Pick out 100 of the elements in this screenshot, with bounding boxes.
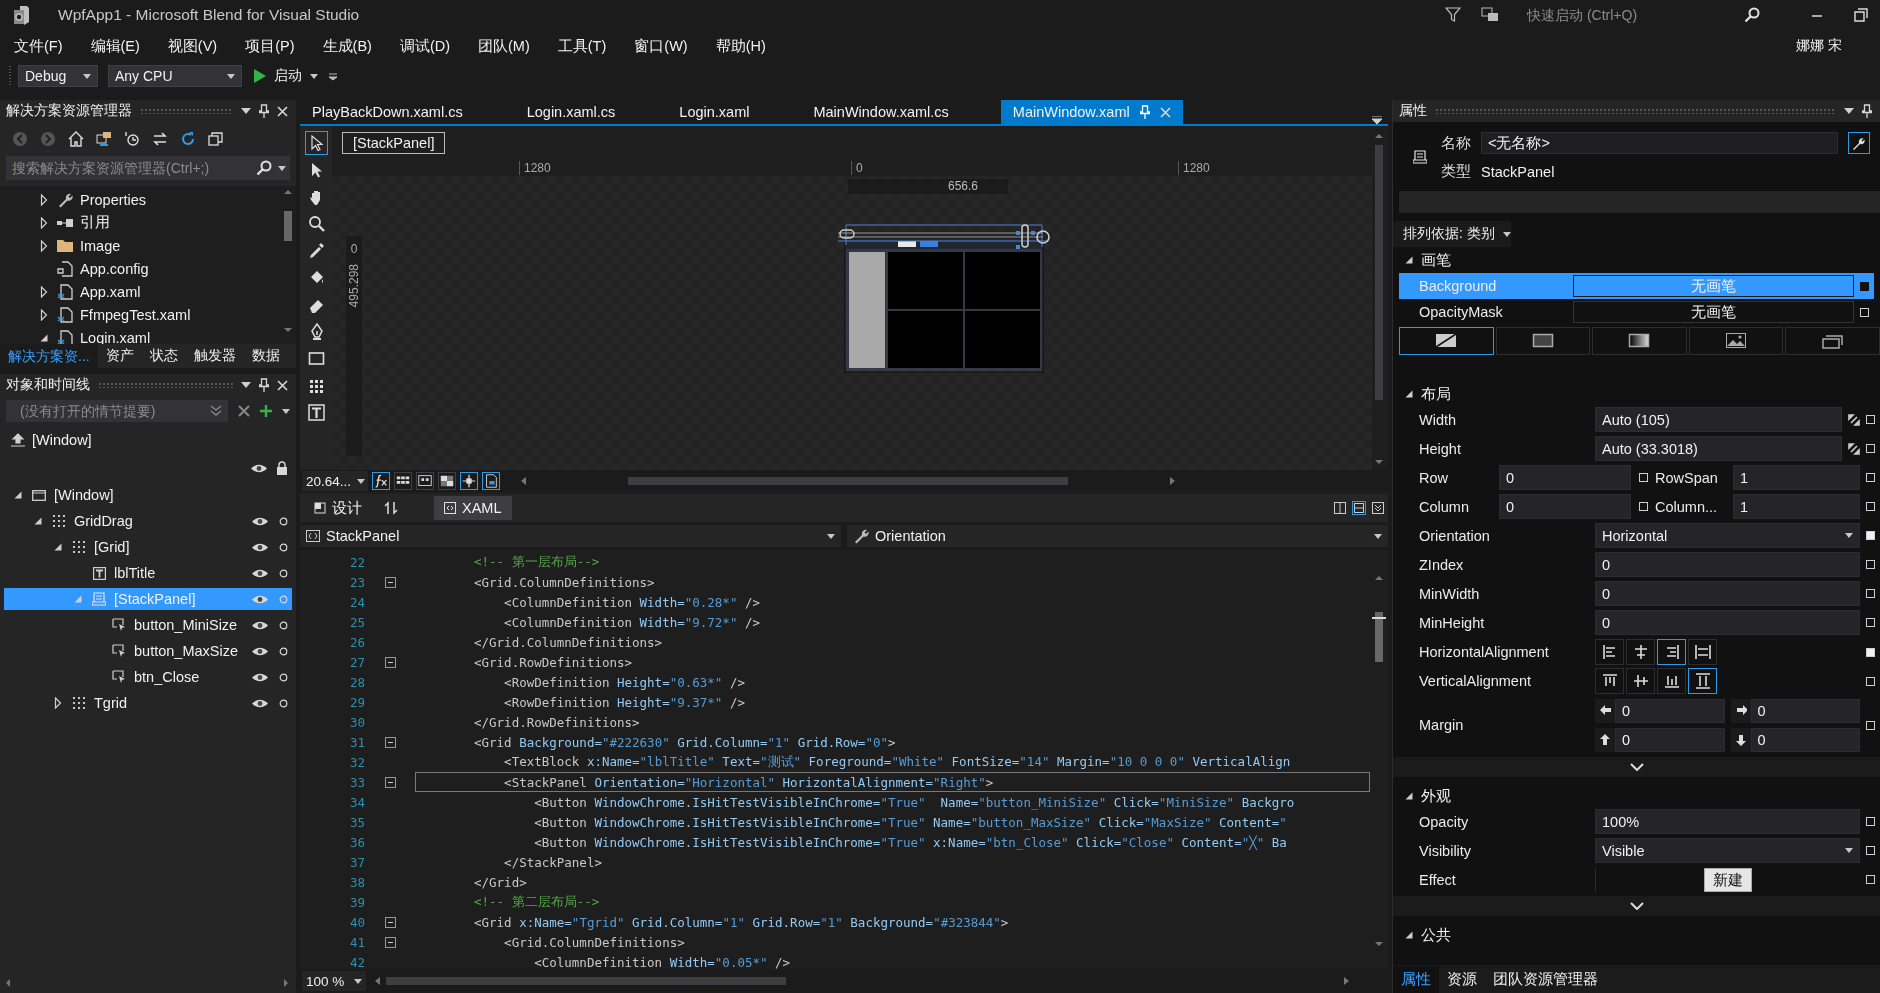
close-storyboard-icon[interactable]: [238, 405, 250, 417]
property-field[interactable]: 0: [1595, 581, 1860, 606]
history-icon[interactable]: [124, 131, 140, 147]
alignment-button[interactable]: [1688, 668, 1717, 694]
eye-icon[interactable]: [251, 541, 269, 553]
section-title[interactable]: 画笔: [1421, 250, 1451, 270]
menu-item[interactable]: 编辑(E): [82, 34, 148, 58]
tree-row[interactable]: lblTitle: [4, 562, 292, 584]
lock-toggle-icon[interactable]: [279, 672, 288, 682]
filter-icon[interactable]: [1445, 7, 1461, 23]
sort-dropdown[interactable]: 排列依据: 类别: [1393, 221, 1511, 247]
menu-item[interactable]: 团队(M): [470, 34, 538, 58]
panel-tab[interactable]: 状态: [141, 345, 186, 367]
panel-tab[interactable]: 数据: [243, 345, 288, 367]
panel-tab[interactable]: 团队资源管理器: [1485, 965, 1606, 993]
expand-arrow-icon[interactable]: [54, 697, 62, 709]
collapse-arrow-icon[interactable]: [1405, 390, 1413, 398]
property-marker[interactable]: [1859, 281, 1869, 291]
panel-menu-icon[interactable]: [241, 108, 251, 114]
fold-icon[interactable]: [384, 776, 396, 788]
brush-type-tab[interactable]: [1495, 327, 1591, 355]
tree-item[interactable]: App.xaml: [80, 283, 141, 300]
lock-toggle-icon[interactable]: [279, 568, 288, 578]
zoom-dropdown[interactable]: 20.64...: [302, 471, 368, 491]
expand-arrow-icon[interactable]: [40, 216, 48, 229]
feedback-icon[interactable]: [1481, 7, 1499, 23]
document-tab[interactable]: Login.xaml.cs: [514, 100, 628, 124]
property-dropdown[interactable]: Horizontal: [1595, 523, 1860, 548]
document-tab[interactable]: PlayBackDown.xaml.cs: [300, 100, 475, 124]
property-row[interactable]: OpacityMask 无画笔: [1399, 299, 1874, 325]
swap-panes-icon[interactable]: [384, 501, 398, 515]
property-field[interactable]: 0: [1750, 698, 1860, 723]
checkerboard-icon[interactable]: [438, 472, 456, 490]
lock-icon[interactable]: [276, 461, 288, 475]
tree-item[interactable]: FfmpegTest.xaml: [80, 306, 191, 323]
menu-item[interactable]: 生成(B): [314, 34, 380, 58]
overflow-icon[interactable]: [328, 71, 338, 81]
fold-icon[interactable]: [384, 736, 396, 748]
expand-arrow-icon[interactable]: [40, 285, 48, 298]
menu-item[interactable]: 文件(F): [6, 34, 71, 58]
tree-item[interactable]: App.config: [80, 260, 149, 277]
collapse-arrow-icon[interactable]: [40, 333, 48, 342]
collapse-arrow-icon[interactable]: [1405, 256, 1413, 264]
fold-icon[interactable]: [384, 936, 396, 948]
configuration-dropdown[interactable]: Debug: [18, 65, 98, 87]
lock-toggle-icon[interactable]: [279, 698, 288, 708]
start-button[interactable]: 启动: [248, 65, 322, 87]
panel-menu-icon[interactable]: [1844, 108, 1854, 114]
name-field[interactable]: <无名称>: [1481, 132, 1838, 154]
eye-icon[interactable]: [251, 593, 269, 605]
add-icon[interactable]: [260, 405, 272, 417]
collapse-arrow-icon[interactable]: [54, 543, 62, 551]
snap-lines-icon[interactable]: [460, 472, 478, 490]
menu-item[interactable]: 帮助(H): [707, 34, 774, 58]
eye-icon[interactable]: [250, 462, 268, 474]
lock-toggle-icon[interactable]: [279, 620, 288, 630]
fold-icon[interactable]: [384, 576, 396, 588]
user-name[interactable]: 娜娜 宋: [1796, 37, 1842, 55]
tree-row[interactable]: button_MiniSize: [4, 614, 292, 636]
property-field[interactable]: 0: [1595, 552, 1860, 577]
alignment-button[interactable]: [1595, 639, 1624, 665]
tree-row[interactable]: [Grid]: [4, 536, 292, 558]
alignment-button[interactable]: [1626, 639, 1655, 665]
wrench-button-icon[interactable]: [1848, 132, 1870, 154]
brush-type-tab[interactable]: [1399, 327, 1494, 355]
effects-icon[interactable]: [372, 472, 390, 490]
collapse-arrow-icon[interactable]: [34, 517, 42, 525]
section-title[interactable]: 公共: [1421, 925, 1451, 945]
tree-item[interactable]: Image: [80, 237, 121, 254]
search-field[interactable]: 搜索解决方案资源管理器(Ctrl+;): [6, 156, 290, 180]
expand-arrow-icon[interactable]: [40, 308, 48, 321]
tab-list-icon[interactable]: [1372, 116, 1382, 124]
lock-toggle-icon[interactable]: [279, 646, 288, 656]
brush-type-tab[interactable]: [1592, 327, 1687, 355]
menu-item[interactable]: 窗口(W): [626, 34, 696, 58]
home-icon[interactable]: [68, 131, 84, 147]
auto-size-icon[interactable]: [1848, 413, 1860, 426]
auto-size-icon[interactable]: [1848, 442, 1860, 455]
collapse-pane-icon[interactable]: [1372, 502, 1384, 514]
document-tab[interactable]: MainWindow.xaml.cs: [801, 100, 961, 124]
menu-item[interactable]: 项目(P): [237, 34, 303, 58]
menu-item[interactable]: 工具(T): [549, 34, 615, 58]
pin-icon[interactable]: [259, 378, 269, 392]
property-field[interactable]: 0: [1499, 465, 1631, 490]
alignment-button[interactable]: [1657, 668, 1686, 694]
panel-tab[interactable]: 触发器: [185, 345, 244, 367]
property-field[interactable]: Auto (105): [1595, 407, 1842, 432]
eye-icon[interactable]: [251, 671, 269, 683]
property-field[interactable]: 0: [1750, 727, 1860, 752]
document-tab[interactable]: Login.xaml: [667, 100, 762, 124]
expand-arrow-icon[interactable]: [40, 193, 48, 206]
breadcrumb[interactable]: [StackPanel]: [342, 132, 446, 154]
property-field[interactable]: 0: [1499, 494, 1631, 519]
menu-item[interactable]: 视图(V): [159, 34, 226, 58]
selection-arrow-icon[interactable]: [307, 134, 325, 152]
close-icon[interactable]: [277, 379, 288, 391]
collapse-arrow-icon[interactable]: [14, 491, 22, 499]
collapse-arrow-icon[interactable]: [1405, 792, 1413, 800]
panel-menu-icon[interactable]: [241, 382, 251, 388]
panel-tab[interactable]: 属性: [1393, 965, 1439, 993]
